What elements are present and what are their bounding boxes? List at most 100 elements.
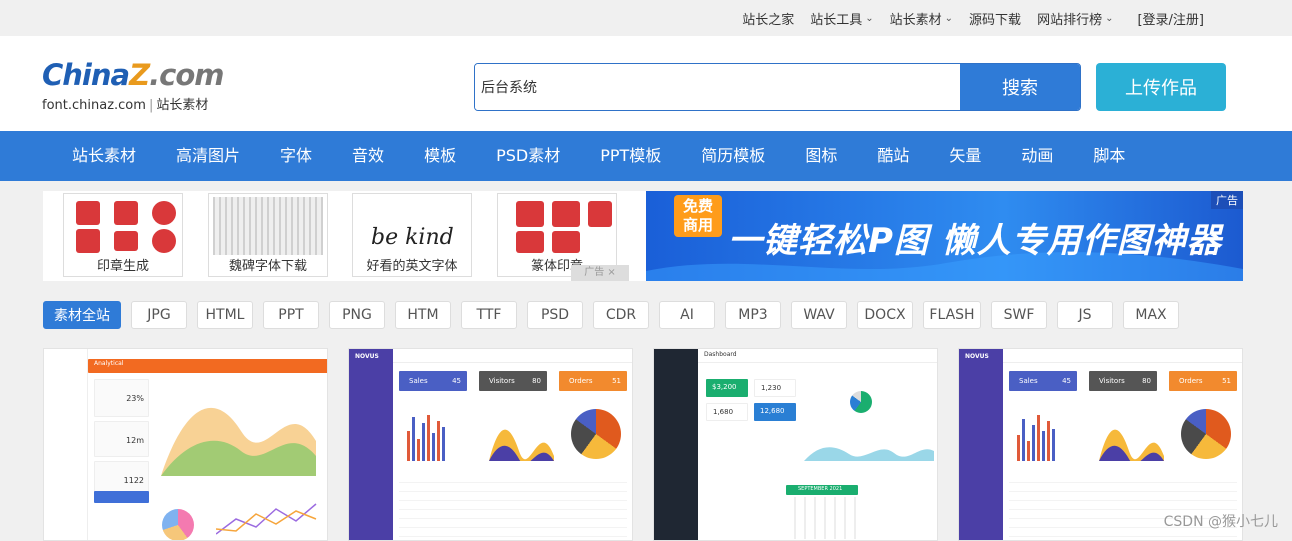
- tag-docx[interactable]: DOCX: [857, 301, 913, 329]
- tag-png[interactable]: PNG: [329, 301, 385, 329]
- card-wave-chart: [1099, 429, 1164, 461]
- tag-js[interactable]: JS: [1057, 301, 1113, 329]
- seal-image: [68, 197, 178, 255]
- card-stat-tile: $3,200: [706, 379, 748, 397]
- card-line-chart: [216, 503, 317, 535]
- card-stat-tile: Orders 51: [559, 371, 627, 391]
- card-calendar-header: SEPTEMBER 2021: [786, 485, 858, 495]
- card-button-bar: [94, 491, 149, 503]
- thumb-weibei-font[interactable]: 魏碑字体下载: [208, 193, 328, 277]
- thumb-caption: 魏碑字体下载: [228, 259, 307, 274]
- top-link-label: 站长工具: [810, 12, 863, 28]
- nav-item-scripts[interactable]: 脚本: [1073, 131, 1145, 181]
- ad-headline: 一键轻松P图 懒人专用作图神器: [728, 221, 1222, 261]
- tag-cdr[interactable]: CDR: [593, 301, 649, 329]
- top-link-ranking[interactable]: 网站排行榜 ⌄: [1037, 9, 1113, 28]
- calligraphy-image: [213, 197, 323, 255]
- tag-ppt[interactable]: PPT: [263, 301, 319, 329]
- nav-item-fonts[interactable]: 字体: [260, 131, 332, 181]
- tag-flash[interactable]: FLASH: [923, 301, 981, 329]
- search-input[interactable]: [475, 64, 960, 110]
- card-title: NOVUS: [355, 353, 379, 360]
- top-links: 站长之家 站长工具 ⌄ 站长素材 ⌄ 源码下载 网站排行榜 ⌄ [登录/注册]: [726, 0, 1204, 36]
- tag-htm[interactable]: HTM: [395, 301, 451, 329]
- nav-item-templates[interactable]: 模板: [404, 131, 476, 181]
- thumb-english-font[interactable]: be kind 好看的英文字体: [352, 193, 472, 277]
- nav-item-materials[interactable]: 站长素材: [52, 131, 156, 181]
- card-header-bar: Analytical: [88, 359, 327, 373]
- card-pie: [571, 409, 621, 459]
- card-wave-chart: [804, 447, 934, 461]
- card-pie: [1181, 409, 1231, 459]
- top-link-label: 网站排行榜: [1037, 12, 1103, 28]
- ad-badge: 免费 商用: [674, 195, 722, 237]
- card-sidebar: NOVUS: [349, 349, 393, 540]
- top-link-materials[interactable]: 站长素材 ⌄: [890, 9, 953, 28]
- seal-script-image: [502, 197, 612, 255]
- banner-row: 印章生成 魏碑字体下载 be kind 好看的英文字体 篆体印章 广告 × 免费…: [43, 191, 1243, 281]
- login-register-link[interactable]: [登录/注册]: [1137, 9, 1204, 28]
- card-bar-chart: [1017, 411, 1057, 461]
- tag-max[interactable]: MAX: [1123, 301, 1179, 329]
- top-link-label: 站长素材: [889, 12, 942, 28]
- card-title: Analytical: [94, 360, 124, 367]
- thumb-caption: 印章生成: [96, 259, 149, 274]
- template-card[interactable]: Analytical 23% 12m 1122: [43, 348, 328, 541]
- top-link-tools[interactable]: 站长工具 ⌄: [810, 9, 873, 28]
- tag-swf[interactable]: SWF: [991, 301, 1047, 329]
- card-stat-tile: 12m: [94, 421, 149, 457]
- tag-ai[interactable]: AI: [659, 301, 715, 329]
- tag-ttf[interactable]: TTF: [461, 301, 517, 329]
- template-card-grid: Analytical 23% 12m 1122 NOVUS Sales 45 Vi…: [43, 348, 1243, 541]
- ad-close-tag[interactable]: 广告 ×: [571, 265, 629, 281]
- logo-subtitle: font.chinaz.com | 站长素材: [42, 98, 209, 113]
- template-card[interactable]: NOVUS Sales 45 Visitors 80 Orders 51: [348, 348, 633, 541]
- card-stat-tile: Visitors 80: [479, 371, 547, 391]
- tag-html[interactable]: HTML: [197, 301, 253, 329]
- top-link-chinaz[interactable]: 站长之家: [742, 9, 794, 28]
- nav-item-vector[interactable]: 矢量: [929, 131, 1001, 181]
- upload-work-button[interactable]: 上传作品: [1096, 63, 1226, 111]
- card-donut: [850, 391, 872, 413]
- template-card[interactable]: Dashboard $3,200 1,230 1,680 12,680 SEPT…: [653, 348, 938, 541]
- site-header: ChinaZ.com font.chinaz.com|站长素材 搜索 上传作品: [0, 36, 1292, 131]
- site-logo[interactable]: ChinaZ.com font.chinaz.com | 站长素材: [42, 58, 232, 113]
- thumb-seal-generator[interactable]: 印章生成: [63, 193, 183, 277]
- card-pie: [162, 509, 194, 540]
- nav-item-sound[interactable]: 音效: [332, 131, 404, 181]
- card-stat-tile: 12,680: [754, 403, 796, 421]
- card-stat-tile: 1,230: [754, 379, 796, 397]
- card-calendar: [786, 497, 858, 539]
- ad-label: 广告: [1211, 191, 1243, 209]
- tag-all[interactable]: 素材全站: [43, 301, 121, 329]
- top-link-source[interactable]: 源码下载: [969, 9, 1021, 28]
- top-link-label: 源码下载: [969, 12, 1022, 28]
- card-bar-chart: [407, 411, 447, 461]
- nav-item-hd-images[interactable]: 高清图片: [156, 131, 260, 181]
- format-filter-tags: 素材全站 JPG HTML PPT PNG HTM TTF PSD CDR AI…: [43, 301, 1189, 329]
- top-link-label: 站长之家: [742, 12, 795, 28]
- nav-item-ppt[interactable]: PPT模板: [580, 131, 681, 181]
- chevron-down-icon: ⌄: [944, 12, 954, 24]
- tag-psd[interactable]: PSD: [527, 301, 583, 329]
- logo-wordmark: ChinaZ.com: [42, 58, 224, 92]
- card-area-chart: [161, 407, 316, 476]
- chevron-down-icon: ⌄: [1105, 12, 1114, 24]
- tag-wav[interactable]: WAV: [791, 301, 847, 329]
- tag-mp3[interactable]: MP3: [725, 301, 781, 329]
- card-sidebar: [654, 349, 698, 540]
- nav-item-resume[interactable]: 简历模板: [681, 131, 785, 181]
- search-button[interactable]: 搜索: [960, 64, 1080, 110]
- feature-thumbnails: 印章生成 魏碑字体下载 be kind 好看的英文字体 篆体印章 广告 ×: [43, 191, 646, 281]
- tag-jpg[interactable]: JPG: [131, 301, 187, 329]
- card-topbar: Dashboard: [698, 349, 937, 363]
- nav-item-icons[interactable]: 图标: [785, 131, 857, 181]
- nav-item-animation[interactable]: 动画: [1001, 131, 1073, 181]
- nav-item-cool-sites[interactable]: 酷站: [857, 131, 929, 181]
- card-title: NOVUS: [965, 353, 989, 360]
- nav-item-psd[interactable]: PSD素材: [476, 131, 580, 181]
- ad-banner[interactable]: 免费 商用 一键轻松P图 懒人专用作图神器 广告: [646, 191, 1243, 281]
- chevron-down-icon: ⌄: [865, 12, 874, 24]
- top-utility-bar: 站长之家 站长工具 ⌄ 站长素材 ⌄ 源码下载 网站排行榜 ⌄ [登录/注册]: [0, 0, 1292, 36]
- card-topbar: [1003, 349, 1242, 363]
